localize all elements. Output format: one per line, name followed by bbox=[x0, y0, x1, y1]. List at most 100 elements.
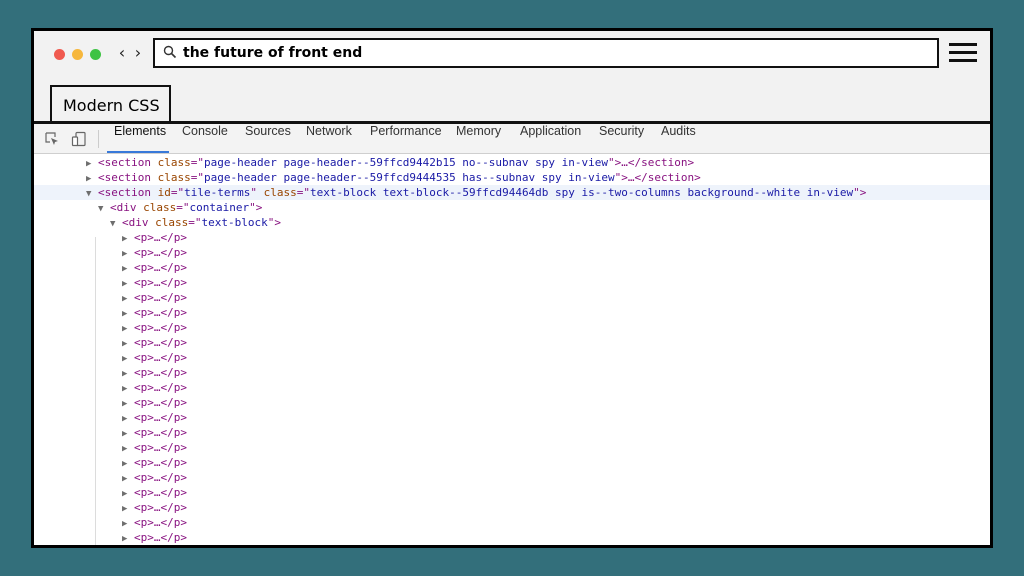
expand-toggle-icon[interactable]: ▶ bbox=[122, 264, 127, 274]
devtools-tab-bar: Elements Console Sources Network Performance… bbox=[34, 124, 990, 154]
expand-toggle-icon[interactable]: ▶ bbox=[122, 279, 127, 289]
attribute-value: page-header page-header--59ffcd9444535 h… bbox=[204, 171, 615, 184]
dom-node-row[interactable]: ▶ <p>…</p> bbox=[34, 395, 990, 410]
tab-security[interactable]: Security bbox=[599, 124, 644, 154]
tag-bracket: > bbox=[147, 231, 154, 244]
tab-sources[interactable]: Sources bbox=[245, 124, 291, 154]
attribute-value: text-block text-block--59ffcd94464db spy… bbox=[310, 186, 854, 199]
dom-node-row[interactable]: ▶ <p>…</p> bbox=[34, 380, 990, 395]
back-arrow-icon[interactable]: ‹ bbox=[116, 43, 128, 63]
collapsed-content: …</p> bbox=[153, 516, 188, 529]
expand-toggle-icon[interactable]: ▶ bbox=[122, 384, 127, 394]
tab-elements[interactable]: Elements bbox=[114, 124, 166, 154]
expand-toggle-icon[interactable]: ▶ bbox=[122, 369, 127, 379]
tag-bracket: > bbox=[147, 516, 154, 529]
attribute-name: class bbox=[157, 156, 191, 169]
attribute-name: id bbox=[157, 186, 171, 199]
dom-node-row[interactable]: ▶ <p>…</p> bbox=[34, 290, 990, 305]
expand-toggle-icon[interactable]: ▶ bbox=[122, 459, 127, 469]
dom-node-row[interactable]: ▶ <p>…</p> bbox=[34, 440, 990, 455]
expand-toggle-icon[interactable]: ▶ bbox=[122, 399, 127, 409]
dom-node-row[interactable]: ▶ <p>…</p> bbox=[34, 410, 990, 425]
tab-audits[interactable]: Audits bbox=[661, 124, 696, 154]
collapsed-content: …</p> bbox=[153, 306, 188, 319]
dom-node-row[interactable]: ▶ <p>…</p> bbox=[34, 245, 990, 260]
dom-node-row[interactable]: ▶ <p>…</p> bbox=[34, 305, 990, 320]
attribute-quote: =" bbox=[190, 156, 205, 169]
expand-toggle-icon[interactable]: ▶ bbox=[122, 504, 127, 514]
dom-node-row[interactable]: ▶ <p>…</p> bbox=[34, 530, 990, 545]
dom-node-row[interactable]: ▶ <p>…</p> bbox=[34, 365, 990, 380]
tab-network[interactable]: Network bbox=[306, 124, 352, 154]
dom-node-row[interactable]: ▼ <section id="tile-terms" class="text-b… bbox=[34, 185, 990, 200]
tag-bracket: < bbox=[122, 216, 129, 229]
dom-node-row[interactable]: ▶ <p>…</p> bbox=[34, 230, 990, 245]
expand-toggle-icon[interactable]: ▶ bbox=[122, 249, 127, 259]
collapsed-content: …</p> bbox=[153, 291, 188, 304]
expand-toggle-icon[interactable]: ▼ bbox=[110, 219, 115, 229]
tag-bracket: < bbox=[134, 396, 141, 409]
dom-node-row[interactable]: ▶ <p>…</p> bbox=[34, 545, 990, 548]
dom-node-row[interactable]: ▶ <p>…</p> bbox=[34, 500, 990, 515]
attribute-quote: " bbox=[250, 186, 258, 199]
tag-name: div bbox=[128, 216, 149, 229]
devtools-panel: Elements Console Sources Network Performance… bbox=[34, 124, 990, 545]
expand-toggle-icon[interactable]: ▶ bbox=[122, 339, 127, 349]
hamburger-menu-icon[interactable] bbox=[949, 43, 977, 65]
dom-node-row[interactable]: ▶ <p>…</p> bbox=[34, 260, 990, 275]
address-bar[interactable]: the future of front end bbox=[153, 38, 939, 68]
dom-node-row[interactable]: ▶ <p>…</p> bbox=[34, 470, 990, 485]
dom-node-row[interactable]: ▶ <p>…</p> bbox=[34, 455, 990, 470]
collapsed-content: …</p> bbox=[153, 231, 188, 244]
forward-arrow-icon[interactable]: › bbox=[132, 43, 144, 63]
minimize-window-button[interactable] bbox=[72, 49, 83, 60]
expand-toggle-icon[interactable]: ▶ bbox=[122, 489, 127, 499]
attribute-quote: " bbox=[608, 156, 615, 169]
dom-node-row[interactable]: ▶ <section class="page-header page-heade… bbox=[34, 170, 990, 185]
dom-node-row[interactable]: ▶ <p>…</p> bbox=[34, 335, 990, 350]
attribute-quote: " bbox=[249, 201, 256, 214]
tag-bracket: > bbox=[147, 291, 154, 304]
inspect-element-icon[interactable] bbox=[44, 131, 60, 147]
expand-toggle-icon[interactable]: ▶ bbox=[122, 534, 127, 544]
expand-toggle-icon[interactable]: ▶ bbox=[122, 294, 127, 304]
expand-toggle-icon[interactable]: ▶ bbox=[122, 324, 127, 334]
dom-node-row[interactable]: ▶ <section class="page-header page-heade… bbox=[34, 155, 990, 170]
close-window-button[interactable] bbox=[54, 49, 65, 60]
expand-toggle-icon[interactable]: ▶ bbox=[122, 474, 127, 484]
collapsed-content: …</p> bbox=[153, 501, 188, 514]
tab-console[interactable]: Console bbox=[182, 124, 228, 154]
dom-node-row[interactable]: ▼ <div class="text-block"> bbox=[34, 215, 990, 230]
attribute-name: class bbox=[263, 186, 297, 199]
maximize-window-button[interactable] bbox=[90, 49, 101, 60]
dom-node-row[interactable]: ▶ <p>…</p> bbox=[34, 350, 990, 365]
expand-toggle-icon[interactable]: ▶ bbox=[122, 444, 127, 454]
tag-bracket: < bbox=[134, 411, 141, 424]
expand-toggle-icon[interactable]: ▼ bbox=[86, 189, 91, 199]
collapsed-content: …</p> bbox=[153, 486, 188, 499]
expand-toggle-icon[interactable]: ▼ bbox=[98, 204, 103, 214]
expand-toggle-icon[interactable]: ▶ bbox=[122, 429, 127, 439]
expand-toggle-icon[interactable]: ▶ bbox=[122, 519, 127, 529]
expand-toggle-icon[interactable]: ▶ bbox=[122, 309, 127, 319]
dom-node-row[interactable]: ▶ <p>…</p> bbox=[34, 485, 990, 500]
tag-bracket: > bbox=[147, 381, 154, 394]
dom-node-row[interactable]: ▶ <p>…</p> bbox=[34, 320, 990, 335]
tab-application[interactable]: Application bbox=[520, 124, 581, 154]
expand-toggle-icon[interactable]: ▶ bbox=[86, 174, 91, 184]
dom-node-row[interactable]: ▼ <div class="container"> bbox=[34, 200, 990, 215]
tab-performance[interactable]: Performance bbox=[370, 124, 442, 154]
attribute-quote: =" bbox=[190, 171, 205, 184]
page-tab[interactable]: Modern CSS bbox=[50, 85, 171, 123]
expand-toggle-icon[interactable]: ▶ bbox=[86, 159, 91, 169]
expand-toggle-icon[interactable]: ▶ bbox=[122, 414, 127, 424]
dom-node-row[interactable]: ▶ <p>…</p> bbox=[34, 425, 990, 440]
expand-toggle-icon[interactable]: ▶ bbox=[122, 234, 127, 244]
dom-node-row[interactable]: ▶ <p>…</p> bbox=[34, 275, 990, 290]
dom-node-row[interactable]: ▶ <p>…</p> bbox=[34, 515, 990, 530]
tag-bracket: < bbox=[134, 471, 141, 484]
expand-toggle-icon[interactable]: ▶ bbox=[122, 354, 127, 364]
tab-memory[interactable]: Memory bbox=[456, 124, 501, 154]
tag-bracket: > bbox=[147, 246, 154, 259]
device-toolbar-icon[interactable] bbox=[71, 131, 87, 147]
